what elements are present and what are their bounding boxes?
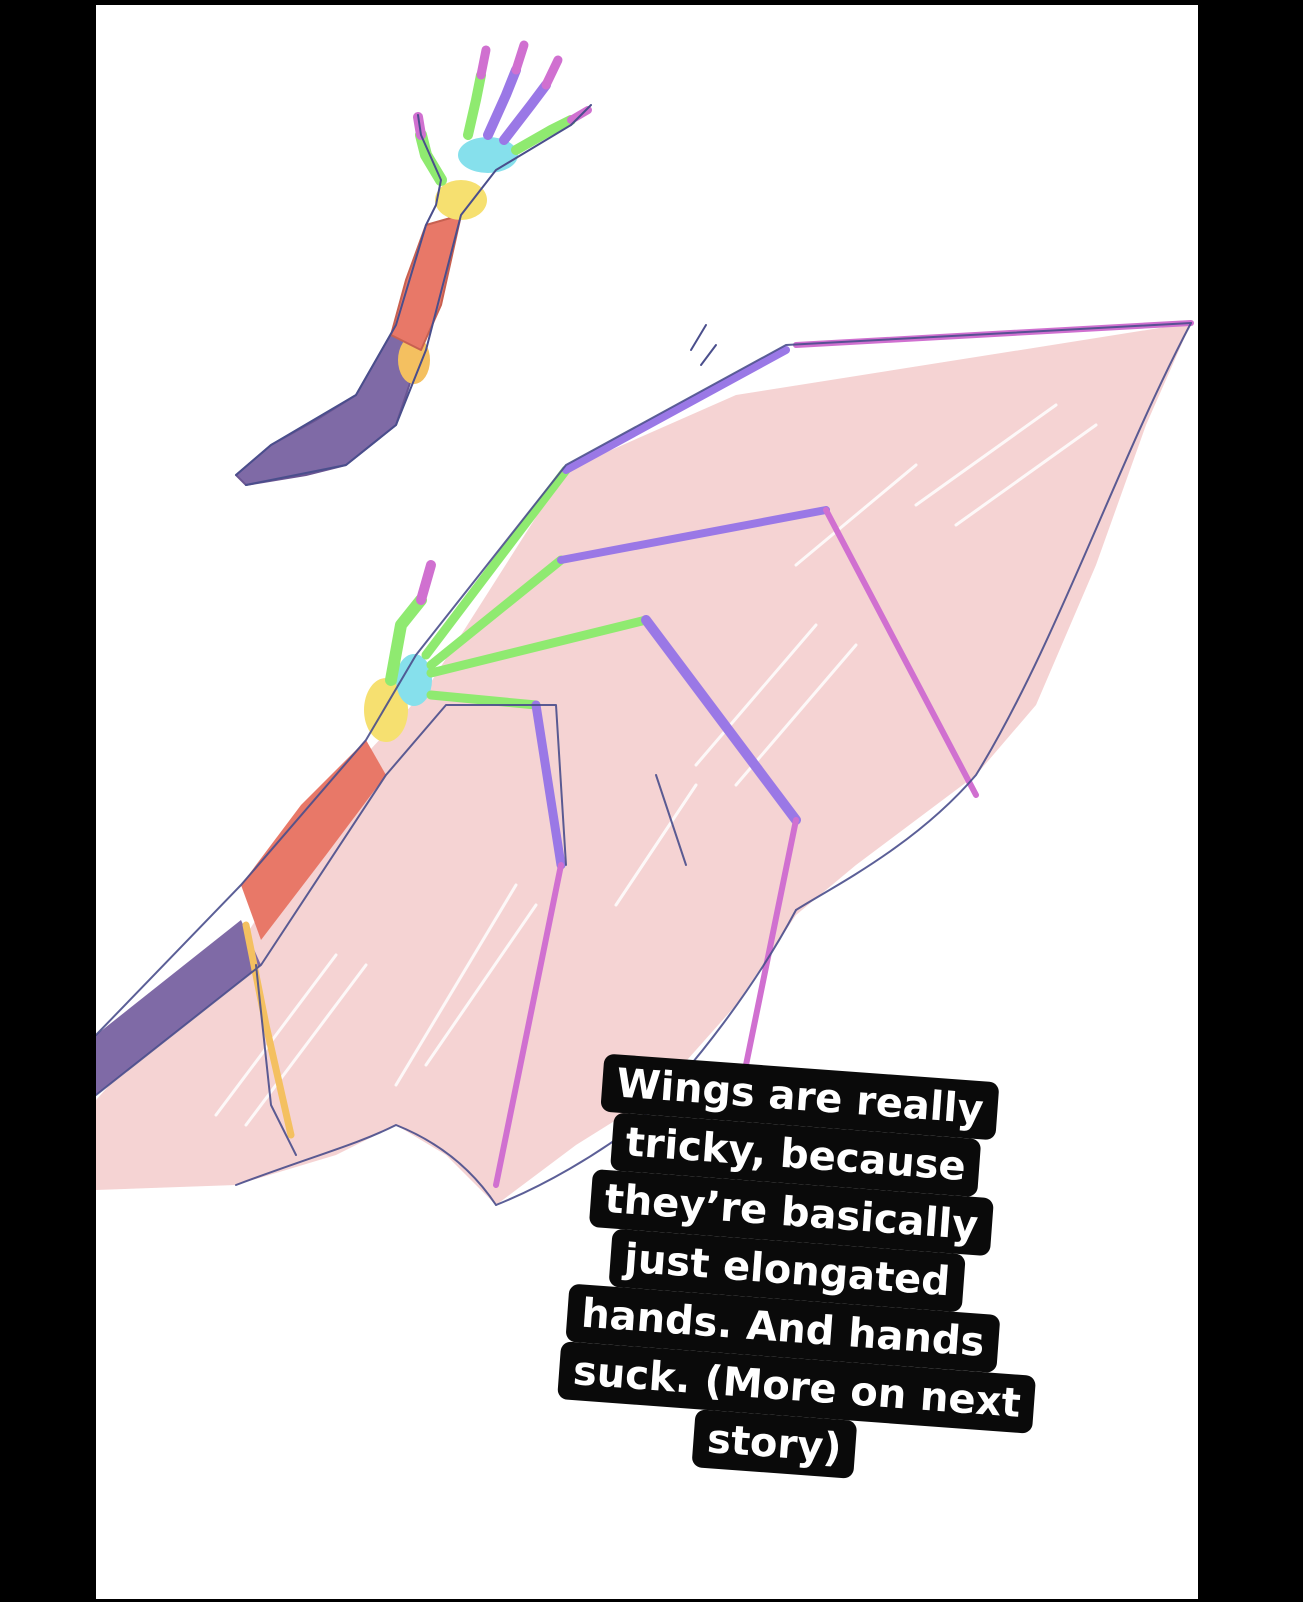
human-arm-drawing [235,40,592,486]
sketch-mark [690,324,717,366]
drawing-canvas: Wings are really tricky, because they’re… [96,5,1198,1599]
arm-forearm [390,214,462,351]
caption-line: story) [691,1409,858,1479]
story-frame: Wings are really tricky, because they’re… [0,0,1303,1602]
arm-upper-arm [235,324,427,486]
arm-carpals [458,137,518,173]
arm-finger-4 [511,115,576,155]
story-caption: Wings are really tricky, because they’re… [553,1052,1037,1489]
arm-finger-1 [463,70,486,140]
